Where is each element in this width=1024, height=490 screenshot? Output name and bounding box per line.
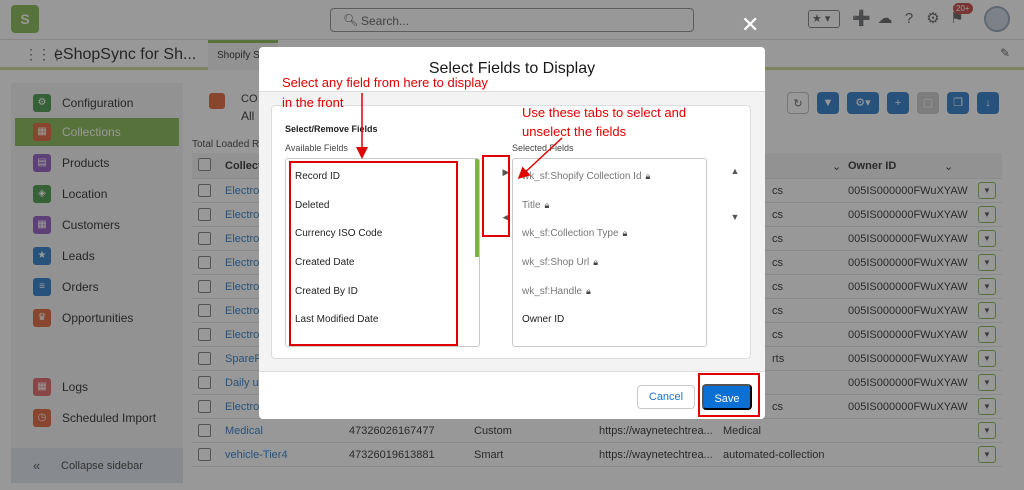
annotation-arrows bbox=[356, 93, 563, 180]
annotation-arrow-tabs bbox=[517, 137, 563, 180]
